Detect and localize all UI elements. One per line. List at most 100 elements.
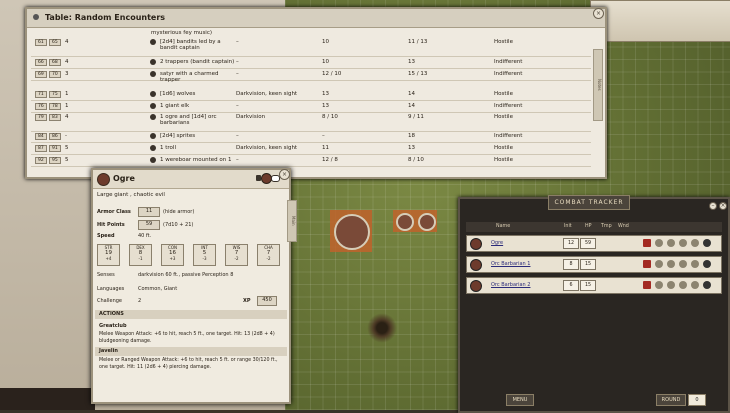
tracker-row[interactable]: Orc Barbarian 1 8 15: [466, 256, 722, 273]
encounter-row[interactable]: 66 68 4 2 trappers (bandit captain) – 10 13 Ind…: [31, 57, 591, 69]
active-icon[interactable]: [655, 260, 663, 268]
combat-tracker-window[interactable]: COMBAT TRACKER – × Name Init HP Tmp Wnd …: [458, 195, 730, 413]
temp-hp-field[interactable]: [597, 238, 611, 247]
shield-icon[interactable]: [667, 239, 675, 247]
range-from[interactable]: 79: [35, 114, 47, 121]
hp-field[interactable]: 59: [580, 238, 596, 249]
range-to[interactable]: 83: [49, 114, 61, 121]
combatant-token[interactable]: [470, 280, 482, 292]
main-side-tab[interactable]: Main: [287, 200, 297, 242]
encounter-row[interactable]: 71 75 1 [1d6] wolves Darkvision, keen sight 1…: [31, 89, 591, 101]
init-field[interactable]: 12: [563, 238, 579, 249]
range-from[interactable]: 87: [35, 145, 47, 152]
visibility-icon[interactable]: [703, 281, 711, 289]
shield-icon[interactable]: [667, 260, 675, 268]
init-field[interactable]: 6: [563, 280, 579, 291]
encounter-value-b: 9 / 11: [408, 114, 424, 120]
combatant-name[interactable]: Ogre: [491, 240, 503, 246]
range-to[interactable]: 95: [49, 157, 61, 164]
temp-hp-field[interactable]: [597, 280, 611, 289]
random-encounters-window[interactable]: Table: Random Encounters × mysterious fe…: [25, 7, 607, 179]
ability-cha[interactable]: CHA 7 -2: [257, 244, 280, 266]
range-to[interactable]: 86: [49, 133, 61, 140]
xp-field[interactable]: 450: [257, 296, 277, 306]
encounter-row[interactable]: 61 65 4 [2d4] bandits led by a bandit capta…: [31, 37, 591, 57]
range-to[interactable]: 70: [49, 71, 61, 78]
menu-button[interactable]: MENU: [506, 394, 534, 406]
minimize-icon[interactable]: –: [709, 202, 717, 210]
combatant-name[interactable]: Orc Barbarian 1: [491, 261, 530, 267]
link-icon[interactable]: [150, 59, 156, 65]
link-icon[interactable]: [150, 91, 156, 97]
range-to[interactable]: 68: [49, 59, 61, 66]
range-from[interactable]: 84: [35, 133, 47, 140]
encounter-count: 1: [65, 103, 69, 109]
ogre-statblock-window[interactable]: Ogre × Large giant , chaotic evil Armor …: [91, 168, 297, 404]
link-icon[interactable]: [150, 71, 156, 77]
orc-1-map-token[interactable]: [396, 213, 414, 231]
range-to[interactable]: 91: [49, 145, 61, 152]
temp-hp-field[interactable]: [597, 259, 611, 268]
ability-con[interactable]: CON 16 +3: [161, 244, 184, 266]
active-icon[interactable]: [655, 239, 663, 247]
ability-str[interactable]: STR 19 +4: [97, 244, 120, 266]
range-from[interactable]: 61: [35, 39, 47, 46]
encounter-row[interactable]: 79 83 4 1 ogre and [1d4] orc barbarians Dark…: [31, 112, 591, 132]
ogre-titlebar[interactable]: Ogre: [93, 170, 289, 189]
visibility-icon[interactable]: [703, 260, 711, 268]
hp-field[interactable]: 59: [138, 220, 160, 230]
lock-icon[interactable]: [33, 14, 39, 20]
target-icon[interactable]: [691, 260, 699, 268]
range-to[interactable]: 65: [49, 39, 61, 46]
range-to[interactable]: 78: [49, 103, 61, 110]
hp-field[interactable]: 15: [580, 280, 596, 291]
close-icon[interactable]: ×: [593, 8, 604, 19]
range-from[interactable]: 92: [35, 157, 47, 164]
combatant-name[interactable]: Orc Barbarian 2: [491, 282, 530, 288]
link-icon[interactable]: [150, 157, 156, 163]
link-icon[interactable]: [150, 103, 156, 109]
range-from[interactable]: 76: [35, 103, 47, 110]
ability-dex[interactable]: DEX 8 -1: [129, 244, 152, 266]
range-from[interactable]: 71: [35, 91, 47, 98]
active-icon[interactable]: [655, 281, 663, 289]
effect-icon[interactable]: [679, 260, 687, 268]
tracker-row[interactable]: Ogre 12 59: [466, 235, 722, 252]
tracker-row[interactable]: Orc Barbarian 2 6 15: [466, 277, 722, 294]
link-icon[interactable]: [150, 39, 156, 45]
link-icon[interactable]: [150, 145, 156, 151]
hp-field[interactable]: 15: [580, 259, 596, 270]
ability-wis[interactable]: WIS 7 -2: [225, 244, 248, 266]
close-icon[interactable]: ×: [719, 202, 727, 210]
ac-field[interactable]: 11: [138, 207, 160, 217]
range-from[interactable]: 66: [35, 59, 47, 66]
range-to[interactable]: 75: [49, 91, 61, 98]
col-hp: HP: [585, 224, 592, 229]
notes-side-tab[interactable]: Notes: [593, 49, 603, 121]
encounter-row[interactable]: 69 70 3 satyr with a charmed trapper – 12 / 1…: [31, 69, 591, 83]
combatant-token[interactable]: [470, 238, 482, 250]
effect-icon[interactable]: [679, 281, 687, 289]
ability-int[interactable]: INT 5 -3: [193, 244, 216, 266]
link-icon[interactable]: [150, 133, 156, 139]
encounter-row[interactable]: 87 91 5 1 troll Darkvision, keen sight 11 13 Ho…: [31, 143, 591, 155]
ogre-map-token[interactable]: [334, 214, 370, 250]
faction-icon[interactable]: [643, 239, 651, 247]
shield-icon[interactable]: [667, 281, 675, 289]
target-icon[interactable]: [691, 239, 699, 247]
visibility-icon[interactable]: [703, 239, 711, 247]
link-icon[interactable]: [150, 114, 156, 120]
faction-icon[interactable]: [643, 281, 651, 289]
combatant-token[interactable]: [470, 259, 482, 271]
encounter-row[interactable]: 84 86- [2d4] sprites – – 18 Indifferent: [31, 131, 591, 143]
init-field[interactable]: 8: [563, 259, 579, 270]
encounters-titlebar[interactable]: Table: Random Encounters: [27, 9, 605, 28]
orc-2-map-token[interactable]: [418, 213, 436, 231]
faction-icon[interactable]: [643, 260, 651, 268]
encounter-row[interactable]: 92 95 5 1 wereboar mounted on 1– 12 / 8 8 / 1…: [31, 155, 591, 167]
target-icon[interactable]: [691, 281, 699, 289]
effect-icon[interactable]: [679, 239, 687, 247]
range-from[interactable]: 69: [35, 71, 47, 78]
round-field[interactable]: 0: [688, 394, 706, 406]
close-icon[interactable]: ×: [279, 169, 290, 180]
